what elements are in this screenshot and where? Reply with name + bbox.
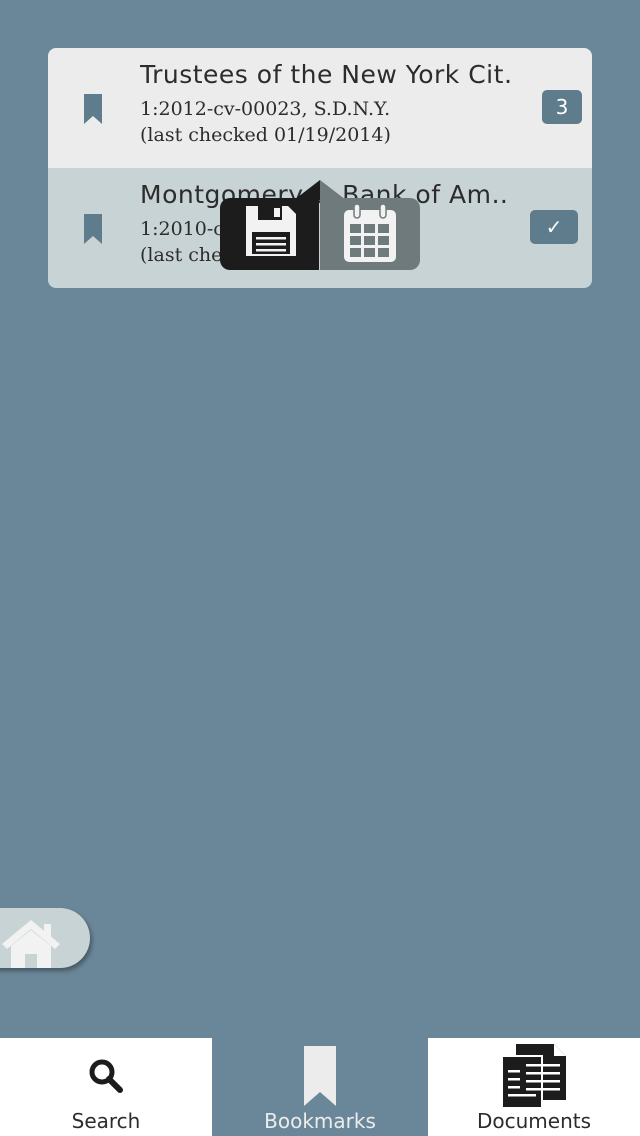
bookmark-icon	[304, 1046, 336, 1106]
home-button[interactable]	[0, 908, 90, 968]
home-icon	[2, 920, 60, 968]
bookmark-icon	[84, 214, 102, 244]
case-number: 1:2012-cv-00023, S.D.N.Y.	[140, 98, 391, 120]
last-checked: (last checked 01/19/2014)	[140, 124, 391, 146]
calendar-icon	[344, 204, 396, 262]
documents-icon	[502, 1044, 566, 1108]
tab-label: Documents	[476, 1109, 592, 1133]
bookmark-row[interactable]: Trustees of the New York Cit… 1:2012-cv-…	[48, 48, 592, 168]
save-button[interactable]	[220, 198, 319, 270]
last-checked: (last che	[140, 244, 223, 266]
checked-badge[interactable]: ✓	[530, 210, 578, 244]
tab-bookmarks[interactable]: Bookmarks	[212, 1038, 428, 1136]
tab-label: Bookmarks	[264, 1109, 376, 1133]
tab-bar: Search Bookmarks Documents	[0, 1038, 640, 1136]
popup-arrow	[294, 180, 346, 200]
tab-documents[interactable]: Documents	[428, 1038, 640, 1136]
action-popup	[220, 180, 420, 270]
floppy-disk-icon	[246, 206, 296, 256]
tab-search[interactable]: Search	[0, 1038, 212, 1136]
search-icon	[89, 1059, 123, 1093]
bookmark-title: Trustees of the New York Cit…	[140, 60, 510, 89]
calendar-button[interactable]	[320, 198, 420, 270]
update-count-badge[interactable]: 3	[542, 90, 582, 124]
tab-label: Search	[71, 1109, 141, 1133]
bookmark-icon	[84, 94, 102, 124]
